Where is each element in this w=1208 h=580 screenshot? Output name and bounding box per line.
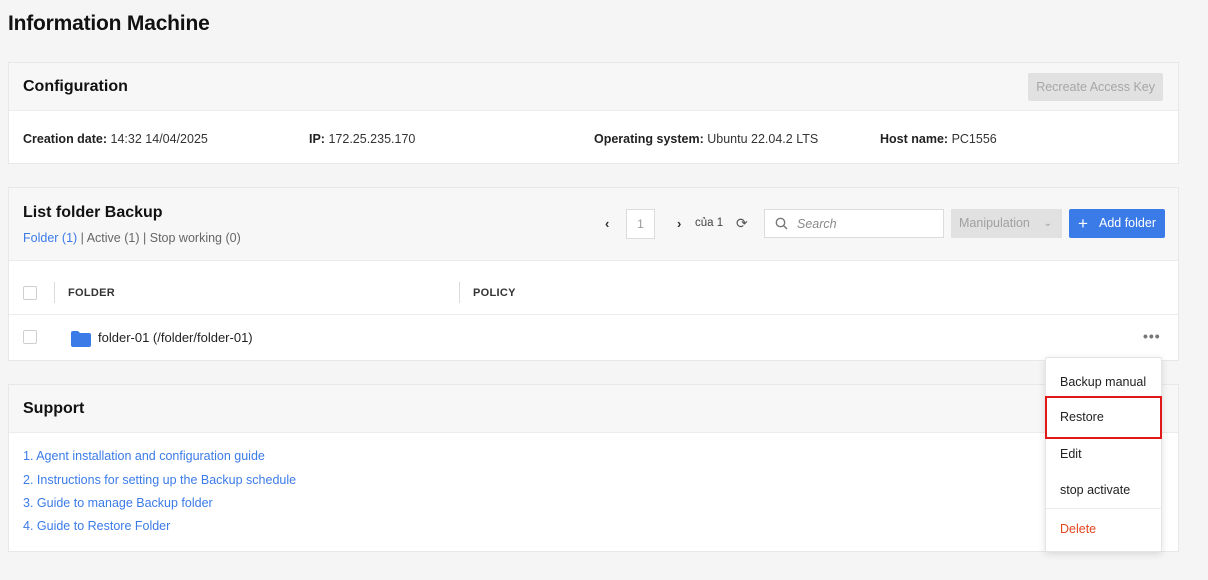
filter-separator: | — [143, 231, 147, 245]
chevron-down-icon: ⌄ — [1043, 218, 1052, 229]
filter-stop-working[interactable]: Stop working (0) — [150, 231, 241, 245]
plus-icon: + — [1078, 214, 1088, 233]
os-info: Operating system: Ubuntu 22.04.2 LTS — [594, 132, 818, 146]
ip-value: 172.25.235.170 — [328, 132, 416, 146]
add-folder-label: Add folder — [1099, 216, 1156, 230]
menu-item-edit[interactable]: Edit — [1046, 436, 1161, 472]
configuration-card: Configuration Recreate Access Key Creati… — [8, 62, 1179, 164]
os-value: Ubuntu 22.04.2 LTS — [707, 132, 819, 146]
menu-divider — [1046, 508, 1161, 509]
folder-list-card: List folder Backup Folder (1) | Active (… — [8, 187, 1179, 361]
menu-item-stop-activate[interactable]: stop activate — [1046, 472, 1161, 508]
host-label: Host name: — [880, 132, 949, 146]
host-info: Host name: PC1556 — [880, 132, 997, 146]
page-title: Information Machine — [8, 12, 210, 35]
filter-separator: | — [80, 231, 84, 245]
column-divider — [459, 282, 460, 303]
table-row[interactable]: folder-01 (/folder/folder-01) ••• — [9, 315, 1178, 361]
os-label: Operating system: — [594, 132, 704, 146]
page-total-text: của 1 — [695, 217, 724, 229]
folder-list-title: List folder Backup — [23, 204, 163, 221]
select-all-checkbox[interactable] — [23, 286, 37, 300]
folder-icon — [71, 331, 91, 347]
search-box — [764, 209, 944, 238]
menu-item-delete[interactable]: Delete — [1046, 511, 1161, 547]
creation-date-info: Creation date: 14:32 14/04/2025 — [23, 132, 208, 146]
guide-link-restore-folder[interactable]: 4. Guide to Restore Folder — [23, 519, 170, 533]
column-header-policy[interactable]: POLICY — [473, 287, 516, 299]
table-header: FOLDER POLICY — [9, 261, 1178, 315]
more-actions-icon[interactable]: ••• — [1143, 328, 1161, 344]
refresh-icon[interactable]: ⟳ — [736, 215, 748, 232]
host-value: PC1556 — [951, 132, 997, 146]
configuration-header: Configuration Recreate Access Key — [9, 63, 1178, 111]
search-icon — [775, 217, 788, 230]
creation-date-value: 14:32 14/04/2025 — [110, 132, 208, 146]
guide-link-agent-installation[interactable]: 1. Agent installation and configuration … — [23, 449, 265, 463]
ip-label: IP: — [309, 132, 325, 146]
support-title: Support — [23, 400, 85, 417]
manipulation-dropdown[interactable]: Manipulation ⌄ — [951, 209, 1062, 238]
column-divider — [54, 282, 55, 303]
support-header: Support — [9, 385, 1178, 433]
folder-list-header: List folder Backup Folder (1) | Active (… — [9, 188, 1178, 261]
row-checkbox[interactable] — [23, 330, 37, 344]
recreate-access-key-button[interactable]: Recreate Access Key — [1028, 73, 1163, 101]
search-input[interactable] — [797, 215, 937, 233]
creation-date-label: Creation date: — [23, 132, 108, 146]
manipulation-label: Manipulation — [959, 216, 1030, 230]
next-page-icon[interactable]: › — [677, 216, 681, 231]
guide-link-backup-schedule[interactable]: 2. Instructions for setting up the Backu… — [23, 473, 296, 487]
prev-page-icon[interactable]: ‹ — [605, 216, 609, 231]
ip-info: IP: 172.25.235.170 — [309, 132, 415, 146]
filter-active[interactable]: Active (1) — [87, 231, 140, 245]
configuration-title: Configuration — [23, 78, 128, 95]
filter-folder[interactable]: Folder (1) — [23, 231, 77, 245]
column-header-folder[interactable]: FOLDER — [68, 287, 115, 299]
folder-name: folder-01 (/folder/folder-01) — [98, 330, 253, 345]
menu-item-restore[interactable]: Restore — [1045, 396, 1162, 439]
folder-filters: Folder (1) | Active (1) | Stop working (… — [23, 231, 241, 245]
support-card: Support 1. Agent installation and config… — [8, 384, 1179, 552]
guide-link-manage-folder[interactable]: 3. Guide to manage Backup folder — [23, 496, 213, 510]
row-actions-menu: Backup manual Restore Edit stop activate… — [1045, 357, 1162, 552]
menu-item-backup-manual[interactable]: Backup manual — [1046, 364, 1161, 400]
add-folder-button[interactable]: + Add folder — [1069, 209, 1165, 238]
page-number-input[interactable]: 1 — [626, 209, 655, 239]
